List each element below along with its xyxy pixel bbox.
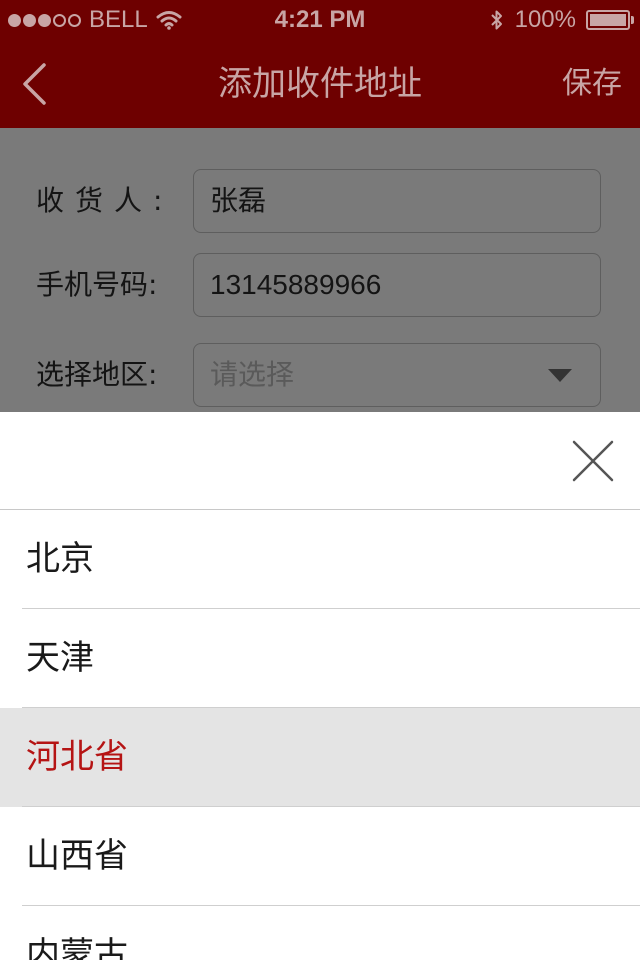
- battery-level: [590, 14, 626, 26]
- picker-header: [0, 412, 640, 510]
- save-button[interactable]: 保存: [562, 40, 622, 128]
- bluetooth-icon: [490, 10, 502, 30]
- phone-row: 手机号码: 13145889966: [0, 253, 640, 317]
- phone-label: 手机号码:: [36, 268, 158, 301]
- recipient-label: 收货人:: [36, 184, 174, 217]
- region-item[interactable]: 山西省: [0, 807, 640, 906]
- status-right: 100%: [489, 6, 634, 34]
- region-label: 选择地区:: [36, 358, 158, 391]
- region-select[interactable]: 请选择: [193, 343, 601, 407]
- page-title: 添加收件地址: [218, 64, 422, 104]
- region-list: 北京 天津 河北省 山西省 内蒙古: [0, 510, 640, 960]
- region-item[interactable]: 内蒙古: [0, 906, 640, 960]
- caret-down-icon: [548, 369, 572, 382]
- region-item[interactable]: 天津: [0, 609, 640, 708]
- phone-input[interactable]: 13145889966: [193, 253, 601, 317]
- region-row: 选择地区: 请选择: [0, 343, 640, 407]
- status-bar: BELL 4:21 PM 100%: [0, 0, 640, 40]
- region-item[interactable]: 北京: [0, 510, 640, 609]
- region-placeholder: 请选择: [210, 358, 295, 391]
- nav-bar: 添加收件地址 保存: [0, 40, 640, 128]
- recipient-input[interactable]: 张磊: [193, 169, 601, 233]
- battery-percent: 100%: [514, 6, 576, 33]
- battery-icon: [586, 10, 634, 30]
- close-icon[interactable]: [572, 440, 614, 482]
- region-item[interactable]: 河北省: [0, 708, 640, 807]
- recipient-row: 收货人: 张磊: [0, 169, 640, 233]
- region-picker-sheet: 北京 天津 河北省 山西省 内蒙古: [0, 412, 640, 960]
- address-form: 收货人: 张磊 手机号码: 13145889966 选择地区: 请选择: [0, 128, 640, 412]
